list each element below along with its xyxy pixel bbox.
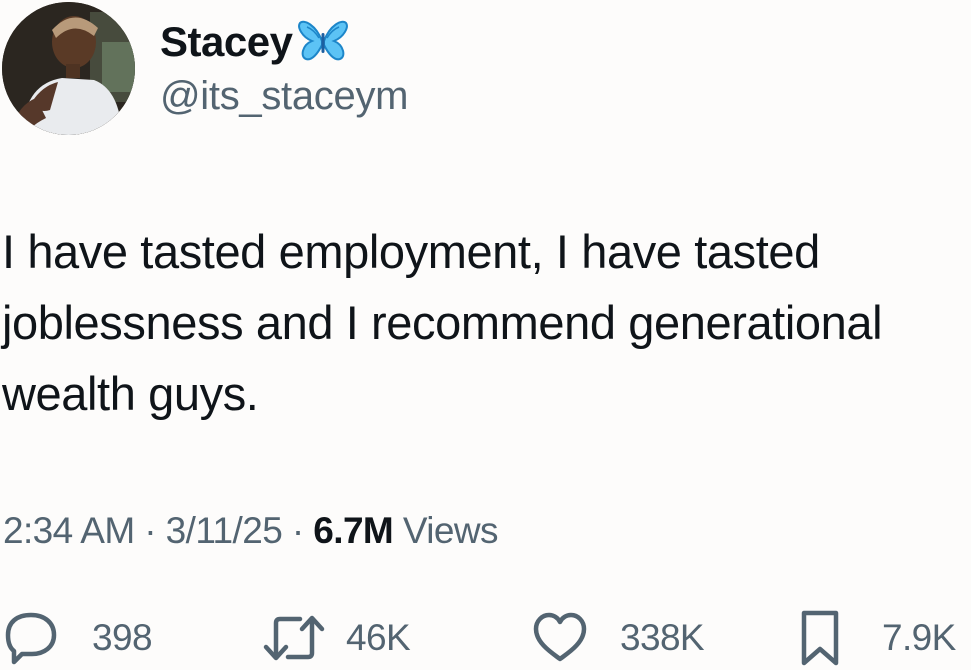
reply-count: 398 <box>92 617 153 658</box>
views-label: Views <box>402 510 499 551</box>
retweet-count: 46K <box>346 617 411 658</box>
author-name-row[interactable]: Stacey <box>160 14 349 70</box>
reply-icon <box>5 612 57 665</box>
profile-photo-icon <box>2 2 135 135</box>
heart-icon <box>533 612 587 662</box>
bookmark-button[interactable]: 7.9K <box>798 606 956 670</box>
tweet-time[interactable]: 2:34 AM <box>3 510 135 551</box>
action-bar: 398 46K 338K 7.9K <box>0 606 971 670</box>
views-count: 6.7M <box>313 510 394 551</box>
tweet-text: I have tasted employment, I have tasted … <box>2 225 883 420</box>
tweet-meta: 2:34 AM · 3/11/25 · 6.7M Views <box>3 510 498 552</box>
like-button[interactable]: 338K <box>530 606 705 670</box>
reply-button[interactable]: 398 <box>2 606 153 670</box>
display-name[interactable]: Stacey <box>160 18 293 66</box>
retweet-button[interactable]: 46K <box>262 606 411 670</box>
butterfly-icon <box>298 19 349 68</box>
tweet-date[interactable]: 3/11/25 <box>166 510 283 551</box>
retweet-icon <box>263 615 325 661</box>
meta-separator: · <box>144 510 156 551</box>
avatar[interactable] <box>2 2 135 135</box>
like-count: 338K <box>620 617 705 658</box>
author-handle[interactable]: @its_staceym <box>160 74 408 119</box>
meta-separator: · <box>291 510 304 551</box>
tweet-card: Stacey @its_staceym I have tasted employ… <box>0 0 971 670</box>
bookmark-icon <box>801 610 839 666</box>
bookmark-count: 7.9K <box>882 617 956 658</box>
